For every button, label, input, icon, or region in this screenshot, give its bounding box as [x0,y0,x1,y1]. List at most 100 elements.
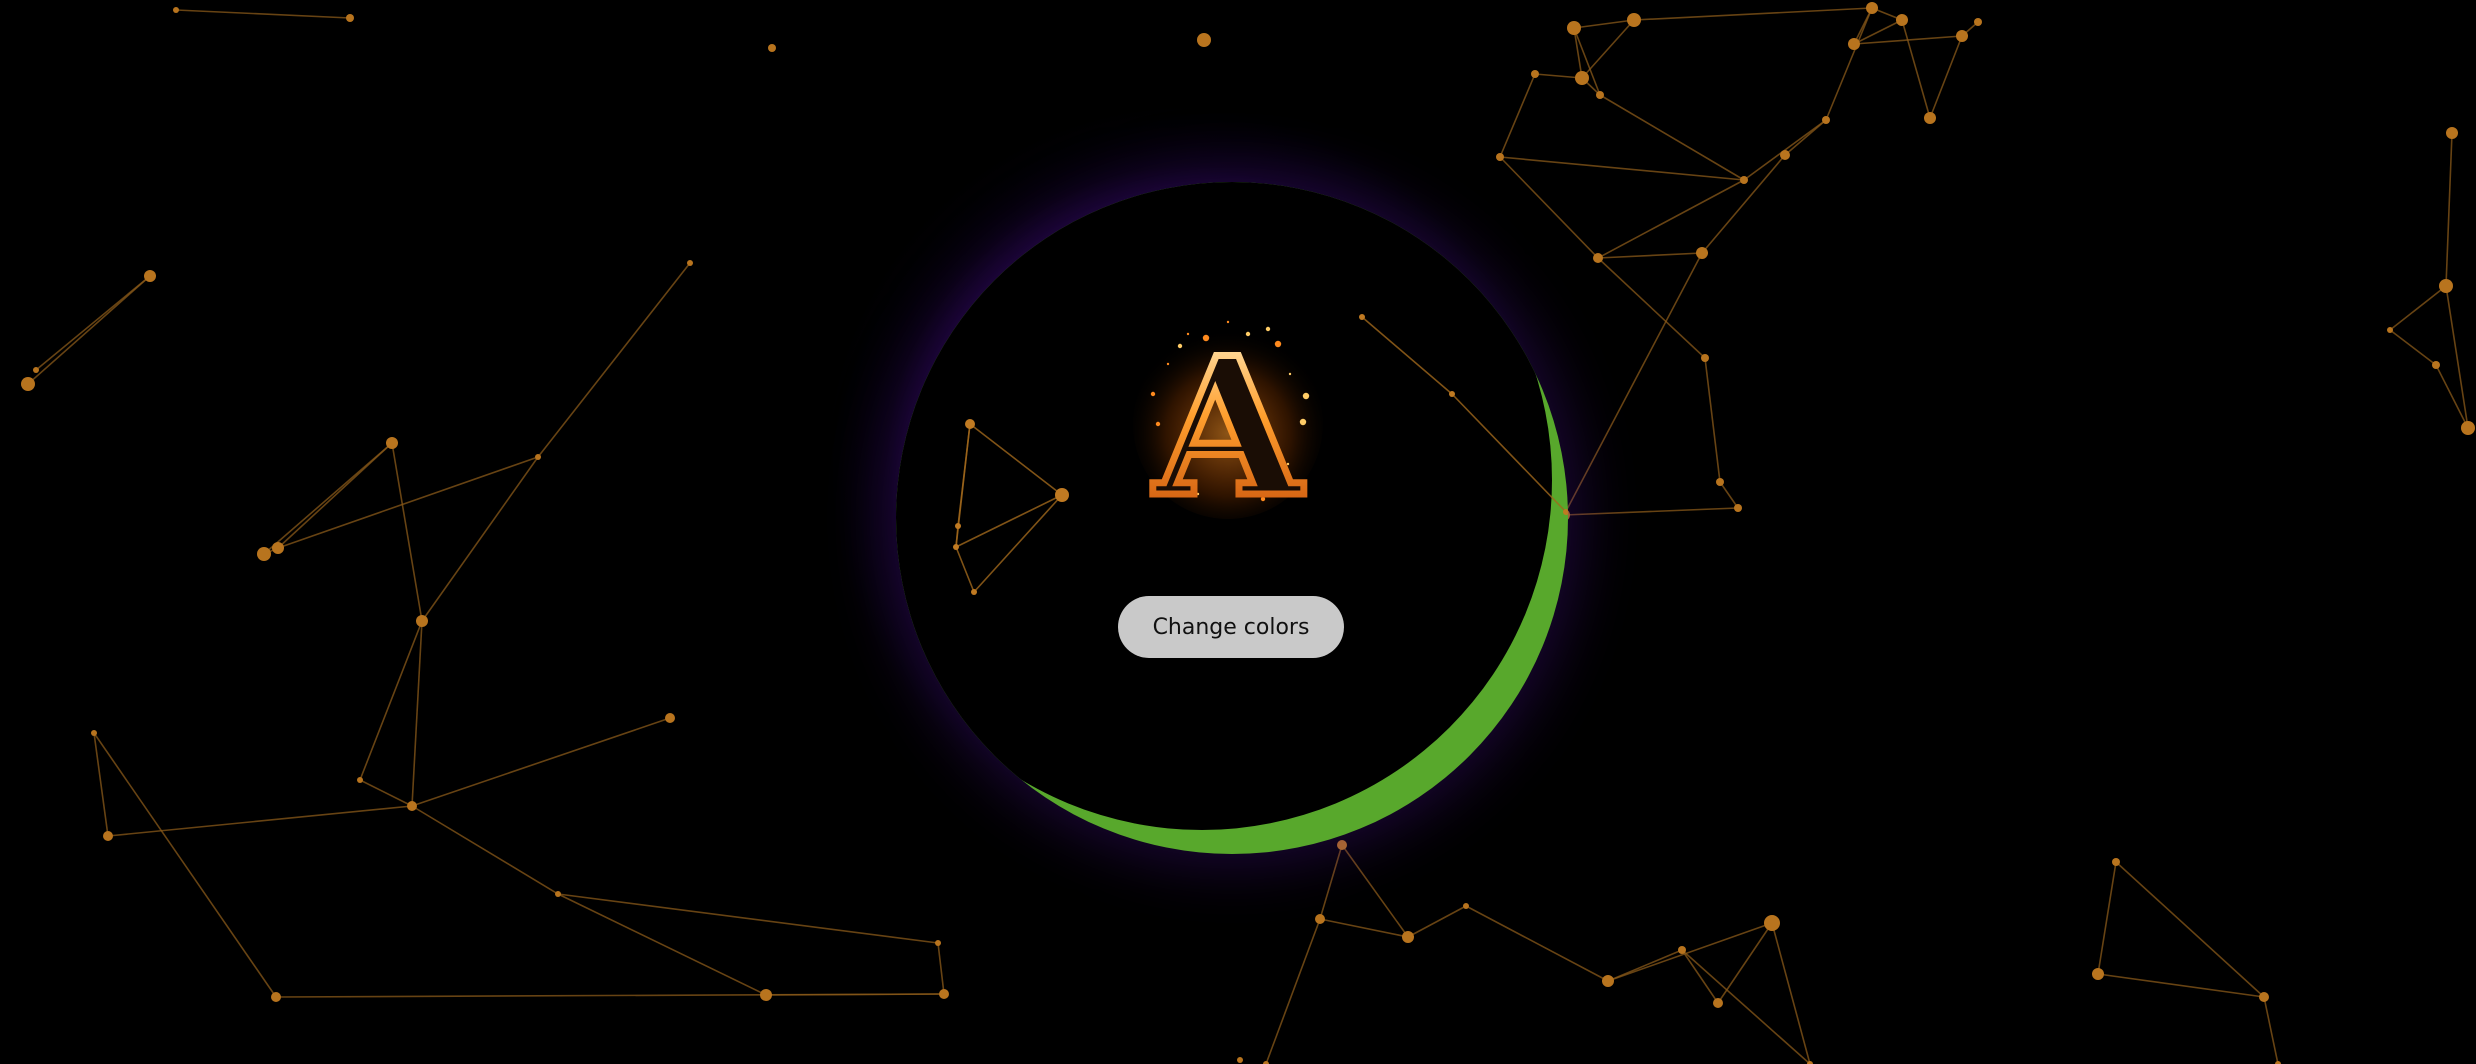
network-node [346,14,354,22]
network-node [1740,176,1748,184]
network-link [2097,973,2265,998]
network-link [359,779,413,807]
network-node [1463,903,1469,909]
network-link [1573,19,1635,29]
network-node [2387,327,2393,333]
network-link [35,275,151,371]
network-link [1704,357,1721,483]
network-node [1593,253,1603,263]
network-node [272,542,284,554]
network-link [2389,285,2447,331]
network-link [1499,156,1745,181]
network-link [421,456,539,622]
network-link [557,893,939,944]
network-node [939,989,949,999]
network-node [1197,33,1211,47]
network-node [1701,354,1709,362]
network-link [1563,252,1703,516]
network-link [2115,861,2265,998]
network-link [537,262,691,458]
network-node [687,260,693,266]
network-link [1465,905,1609,982]
network-link [2445,132,2453,287]
fire-spark [1302,392,1310,400]
network-node [965,419,975,429]
network-node [1974,18,1982,26]
network-link [1319,844,1343,920]
network-link [1499,73,1536,158]
network-link [1701,154,1786,254]
network-link [955,546,975,593]
network-node [173,7,179,13]
network-node [1780,150,1790,160]
network-node [1055,488,1069,502]
network-link [973,494,1063,593]
network-node [2259,992,2269,1002]
network-node [535,454,541,460]
network-link [1319,918,1409,938]
network-link [275,993,945,998]
network-link [1265,918,1321,1064]
network-node [1237,1057,1243,1063]
network-link [391,442,423,622]
flaming-letter-logo: A [1133,313,1323,524]
network-node [953,544,959,550]
network-node [1956,30,1968,42]
network-link [277,442,393,549]
network-node [760,989,772,1001]
network-node [2439,279,2453,293]
network-node [555,891,561,897]
network-link [955,494,1063,548]
network-link [2097,861,2117,975]
network-node [935,940,941,946]
logo-letter: A [1152,316,1304,524]
network-link [1407,905,1467,938]
network-node [1734,504,1742,512]
network-node [257,547,271,561]
network-link [411,717,671,807]
network-link [1633,7,1873,21]
network-node [21,377,35,391]
network-node [665,713,675,723]
network-link [411,805,559,895]
network-node [144,270,156,282]
network-node [1496,153,1504,161]
network-node [2446,127,2458,139]
network-node [1567,21,1581,35]
network-node [386,437,398,449]
network-link [2389,329,2437,366]
network-node [1678,946,1686,954]
network-node [768,44,776,52]
network-node [1716,478,1724,486]
network-link [1901,19,1931,119]
network-node [955,523,961,529]
network-node [407,801,417,811]
network-link [955,525,959,548]
network-node [1602,975,1614,987]
network-node [1596,91,1604,99]
network-node [1848,38,1860,50]
change-colors-button[interactable]: Change colors [1118,596,1344,658]
network-node [1764,915,1780,931]
network-link [93,732,277,998]
network-node [271,992,281,1002]
network-node [971,589,977,595]
network-node [1627,13,1641,27]
network-node [1359,314,1365,320]
network-link [411,620,423,807]
network-link [27,275,151,385]
network-link [2263,996,2279,1064]
network-link [969,423,1063,496]
network-node [2112,858,2120,866]
network-link [1573,27,1583,79]
network-link [1597,179,1745,259]
animated-background-canvas: A Change colors [0,0,2476,1064]
network-node [1896,14,1908,26]
network-link [1825,7,1873,121]
network-node [2461,421,2475,435]
network-node [1449,391,1455,397]
network-node [357,777,363,783]
network-link [1597,257,1706,359]
network-link [937,942,945,995]
network-link [1929,35,1963,119]
